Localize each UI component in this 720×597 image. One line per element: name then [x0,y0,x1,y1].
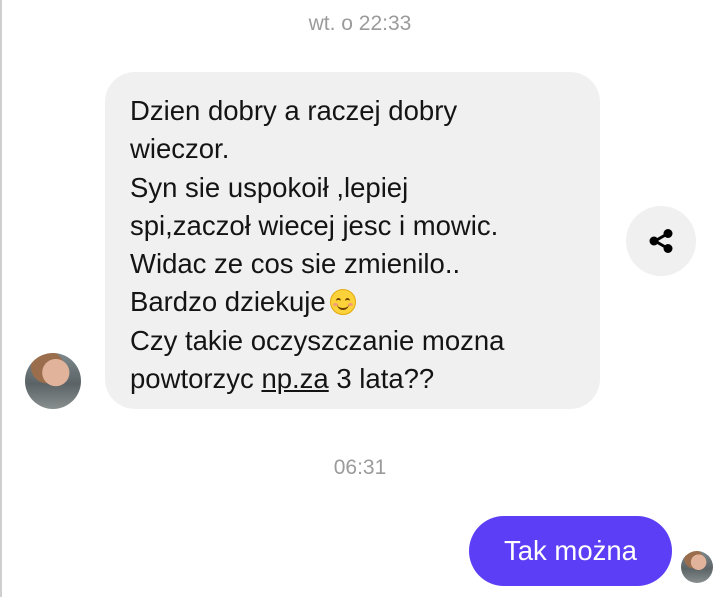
window-edge [0,0,2,597]
share-icon [649,229,673,253]
incoming-message-bubble[interactable]: Dzien dobry a raczej dobry wieczor. Syn … [105,72,600,409]
read-receipt-avatar [681,551,713,583]
message-line: Czy takie oczyszczanie mozna [130,324,505,356]
message-line-text: 3 lata?? [328,363,435,395]
message-line: wieczor. [130,133,230,165]
smiling-face-icon [329,289,356,316]
message-line-text: Bardzo dziekuje [130,286,326,318]
contact-avatar[interactable] [25,353,81,409]
message-link[interactable]: np.za [261,363,328,394]
message-line-text: powtorzyc [130,363,254,395]
message-line: spi,zaczoł wiecej jesc i mowic. [130,209,499,241]
outgoing-message-text: Tak można [504,535,637,566]
message-line: Dzien dobry a raczej dobry [130,95,458,126]
message-line-with-link: powtorzyc np.za 3 lata?? [130,360,576,398]
message-line-with-emoji: Bardzo dziekuje [130,283,576,321]
message-line: Widac ze cos sie zmienilo.. [130,248,461,280]
message-timestamp: 06:31 [333,456,387,479]
share-button[interactable] [626,206,696,276]
message-timestamp: wt. o 22:33 [308,12,412,35]
outgoing-message-bubble[interactable]: Tak można [469,516,672,586]
message-line: Syn sie uspokoił ,lepiej [130,171,409,203]
